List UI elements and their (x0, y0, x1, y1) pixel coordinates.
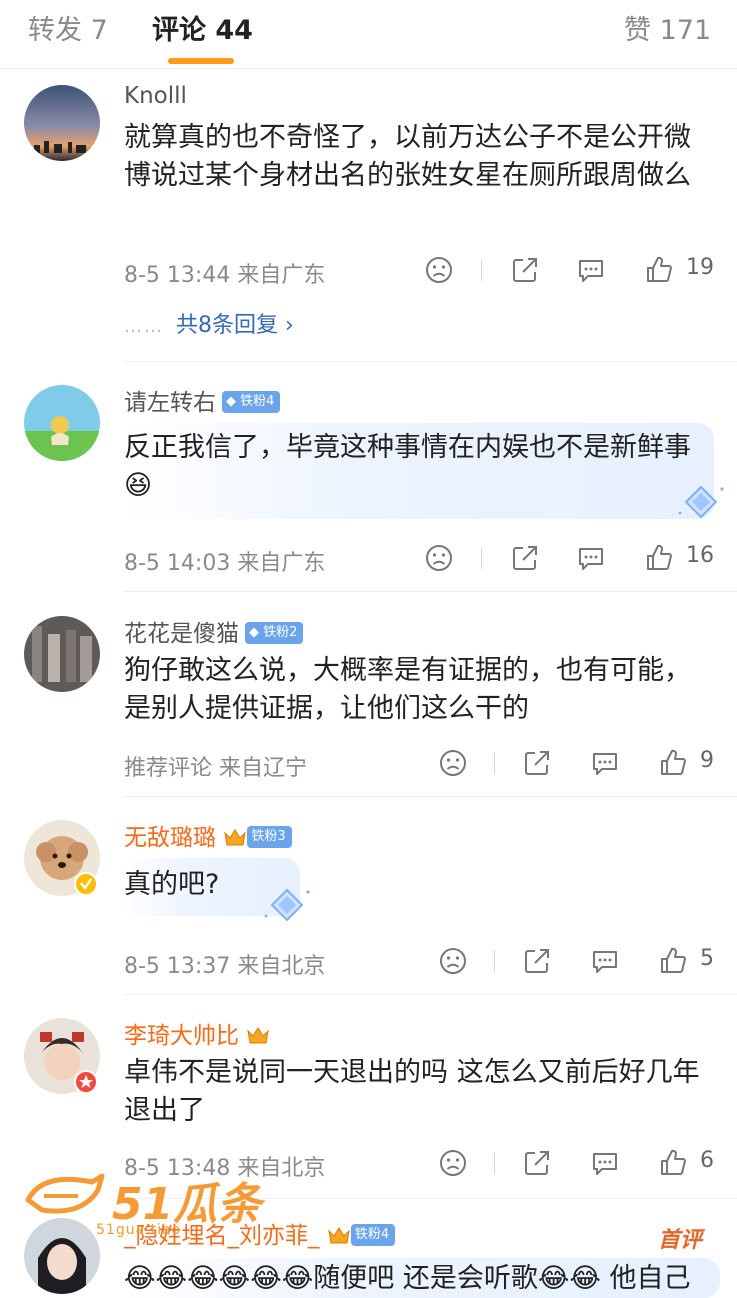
avatar[interactable] (24, 616, 100, 692)
tab-repost[interactable]: 转发 7 (28, 8, 108, 47)
action-divider (481, 259, 482, 281)
comment-divider (124, 361, 737, 362)
author-label: 李琦大帅比 (124, 1023, 239, 1049)
avatar[interactable] (24, 85, 100, 161)
fan-badge: 铁粉4 (350, 1223, 396, 1246)
author-name[interactable]: 花花是傻猫 ◆ 铁粉2 (124, 614, 304, 648)
comment-text: 狗仔敢这么说，大概率是有证据的，也有可能，是别人提供证据，让他们这么干的 (124, 655, 691, 724)
dislike-icon[interactable] (424, 255, 454, 285)
tab-likes[interactable]: 赞 171 (624, 8, 711, 47)
like-count: 5 (700, 946, 714, 971)
share-icon[interactable] (522, 748, 552, 778)
comment-text: 反正我信了，毕竟这种事情在内娱也不是新鲜事😆 (124, 432, 691, 501)
comment-meta: 8-5 13:37 来自北京 (124, 954, 326, 979)
comment-icon[interactable] (590, 946, 620, 976)
like-count: 9 (700, 748, 714, 773)
comment-actions: 6 (438, 1148, 728, 1182)
thumbs-up-icon[interactable] (658, 1148, 688, 1178)
share-icon[interactable] (522, 1148, 552, 1178)
fan-badge-label: 铁粉3 (251, 828, 286, 844)
vip-badge-icon (74, 1070, 98, 1094)
dislike-icon[interactable] (438, 946, 468, 976)
comment-text: 真的吧? (124, 869, 220, 900)
comment-icon[interactable] (590, 1148, 620, 1178)
comment-divider (124, 591, 737, 592)
share-icon[interactable] (510, 255, 540, 285)
comment-meta: 推荐评论 来自辽宁 (124, 756, 307, 781)
fan-badge-label: 铁粉4 (240, 393, 275, 409)
comment-text: 就算真的也不奇怪了，以前万达公子不是公开微博说过某个身材出名的张姓女星在厕所跟周… (124, 122, 691, 191)
active-tab-indicator (168, 58, 234, 64)
replies-count[interactable]: 共8条回复 › (176, 313, 294, 338)
crown-icon (328, 1226, 350, 1243)
thumbs-up-icon[interactable] (658, 946, 688, 976)
comment-icon[interactable] (576, 543, 606, 573)
share-icon[interactable] (510, 543, 540, 573)
comment-icon[interactable] (576, 255, 606, 285)
author-label: 无敌璐璐 (124, 825, 216, 851)
comment-text: 卓伟不是说同一天退出的吗 这怎么又前后好几年退出了 (124, 1057, 700, 1126)
crown-icon (224, 828, 247, 845)
comment-meta: 8-5 13:44 来自广东 (124, 263, 326, 288)
fan-badge: 铁粉3 (247, 825, 292, 848)
reply-dots: …… (124, 316, 164, 337)
view-replies-link[interactable]: …… 共8条回复 › (124, 307, 294, 339)
tab-comments[interactable]: 评论 44 (152, 8, 253, 47)
fan-badge-label: 铁粉2 (263, 624, 298, 640)
author-name[interactable]: 李琦大帅比 (124, 1016, 270, 1050)
comment-actions: 16 (424, 543, 724, 577)
comment-divider (124, 796, 737, 797)
action-divider (494, 1152, 495, 1174)
crown-icon (247, 1026, 270, 1043)
first-comment-badge: 首评 (658, 1228, 703, 1253)
comment-divider (124, 994, 737, 995)
thumbs-up-icon[interactable] (644, 543, 674, 573)
site-watermark: 51瓜条 51gua.tiao (22, 1166, 262, 1238)
author-name[interactable]: 请左转右 ◆ 铁粉4 (124, 383, 281, 417)
dislike-icon[interactable] (438, 1148, 468, 1178)
thumbs-up-icon[interactable] (644, 255, 674, 285)
dislike-icon[interactable] (438, 748, 468, 778)
fan-badge: ◆ 铁粉2 (245, 621, 304, 644)
comment-meta: 8-5 14:03 来自广东 (124, 551, 326, 576)
comment-tabs: 转发 7 评论 44 赞 171 (0, 0, 737, 69)
fan-badge-label: 铁粉4 (354, 1226, 390, 1242)
fan-badge: ◆ 铁粉4 (222, 390, 281, 413)
share-icon[interactable] (522, 946, 552, 976)
comment-actions: 5 (438, 946, 728, 980)
comment-actions: 19 (424, 255, 724, 289)
like-count: 19 (686, 255, 714, 280)
action-divider (481, 547, 482, 569)
watermark-logo-icon (25, 1173, 105, 1214)
author-label: 请左转右 (124, 390, 216, 416)
comment-text: 😂😂😂😂😂😂随便吧 还是会听歌😂😂 他自己 (124, 1263, 691, 1294)
verified-icon (74, 872, 98, 896)
author-label: 花花是傻猫 (124, 621, 239, 647)
like-count: 16 (686, 543, 714, 568)
like-count: 6 (700, 1148, 714, 1173)
author-name[interactable]: Knolll (124, 83, 187, 109)
comment-actions: 9 (438, 748, 728, 782)
thumbs-up-icon[interactable] (658, 748, 688, 778)
avatar[interactable] (24, 385, 100, 461)
action-divider (494, 950, 495, 972)
comment-icon[interactable] (590, 748, 620, 778)
dislike-icon[interactable] (424, 543, 454, 573)
watermark-subtext: 51gua.tiao (96, 1222, 182, 1238)
author-name[interactable]: 无敌璐璐 铁粉3 (124, 818, 292, 852)
action-divider (494, 752, 495, 774)
